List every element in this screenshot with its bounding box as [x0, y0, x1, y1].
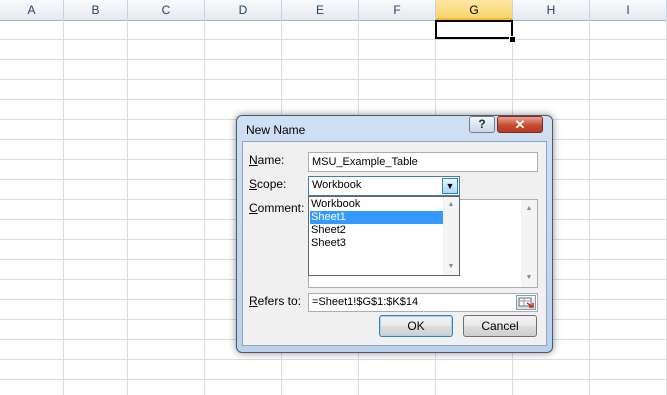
- column-header-a[interactable]: A: [0, 0, 64, 20]
- comment-label-rest: omment:: [257, 201, 305, 215]
- scroll-down-icon[interactable]: ▼: [443, 260, 459, 274]
- help-button[interactable]: ?: [469, 116, 495, 133]
- active-cell-g1[interactable]: [435, 20, 513, 39]
- scope-label-rest: cope:: [257, 177, 287, 191]
- scope-option-workbook[interactable]: Workbook: [310, 198, 443, 211]
- grid-line: [0, 39, 667, 40]
- refers-to-label: Refers to:: [249, 294, 301, 308]
- scope-selected-value: Workbook: [312, 179, 362, 191]
- range-select-icon: [518, 297, 534, 308]
- cancel-button[interactable]: Cancel: [463, 315, 537, 337]
- scroll-down-icon[interactable]: ▼: [521, 271, 537, 285]
- close-button[interactable]: ✕: [497, 116, 543, 133]
- grid-line: [0, 59, 667, 60]
- ok-button[interactable]: OK: [379, 315, 453, 337]
- column-header-g[interactable]: G: [436, 0, 513, 20]
- grid-line: [0, 99, 667, 100]
- comment-label: Comment:: [249, 201, 304, 215]
- scope-dropdown[interactable]: Workbook ▼: [308, 176, 460, 196]
- grid-line: [0, 79, 667, 80]
- scroll-up-icon[interactable]: ▲: [521, 202, 537, 216]
- column-header-row: A B C D E F G H I: [0, 0, 667, 21]
- scope-option-sheet1[interactable]: Sheet1: [310, 211, 443, 224]
- name-label: Name:: [249, 153, 284, 167]
- list-scrollbar[interactable]: ▲ ▼: [443, 197, 459, 275]
- comment-scrollbar[interactable]: ▲ ▼: [521, 200, 537, 287]
- refers-to-field[interactable]: =Sheet1!$G$1:$K$14: [308, 293, 538, 312]
- column-header-e[interactable]: E: [282, 0, 359, 20]
- name-field[interactable]: MSU_Example_Table: [308, 152, 538, 172]
- column-header-f[interactable]: F: [359, 0, 436, 20]
- dropdown-arrow-icon[interactable]: ▼: [442, 178, 458, 194]
- scroll-up-icon[interactable]: ▲: [443, 198, 459, 212]
- comment-label-accel: C: [249, 201, 258, 215]
- column-header-c[interactable]: C: [128, 0, 205, 20]
- column-header-h[interactable]: H: [513, 0, 590, 20]
- scope-option-sheet3[interactable]: Sheet3: [310, 237, 443, 250]
- refers-label-accel: R: [249, 294, 258, 308]
- collapse-dialog-icon[interactable]: [516, 295, 536, 310]
- name-label-rest: ame:: [257, 153, 285, 167]
- name-label-accel: N: [249, 153, 258, 167]
- scope-label-accel: S: [249, 177, 258, 191]
- grid-line: [0, 359, 667, 360]
- scope-label: Scope:: [249, 177, 286, 191]
- grid-line: [0, 379, 667, 380]
- scope-option-sheet2[interactable]: Sheet2: [310, 224, 443, 237]
- dialog-title: New Name: [246, 123, 306, 137]
- fill-handle[interactable]: [509, 36, 516, 43]
- refers-label-rest: efers to:: [257, 294, 302, 308]
- column-header-i[interactable]: I: [590, 0, 667, 20]
- refers-to-value: =Sheet1!$G$1:$K$14: [312, 296, 419, 308]
- column-header-b[interactable]: B: [64, 0, 128, 20]
- name-field-value: MSU_Example_Table: [312, 156, 418, 168]
- scope-options-list[interactable]: Workbook Sheet1 Sheet2 Sheet3 ▲ ▼: [308, 196, 460, 276]
- column-header-d[interactable]: D: [205, 0, 282, 20]
